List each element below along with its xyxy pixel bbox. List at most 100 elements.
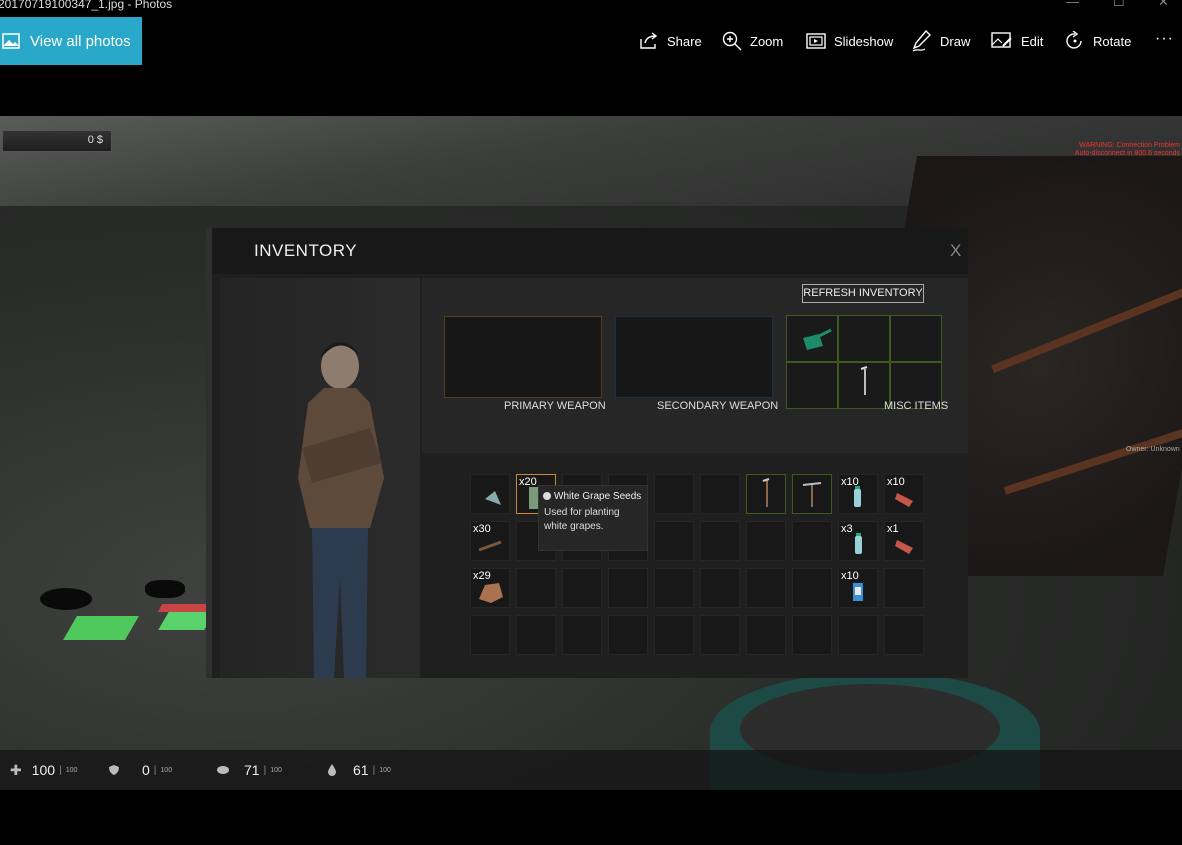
inventory-slot[interactable] [608, 615, 648, 655]
game-screenshot: 0 $ WARNING: Connection Problem Auto-dis… [0, 116, 1182, 790]
warning-line: Auto-disconnect in 800.6 seconds [1074, 150, 1180, 157]
stat-separator: | [263, 764, 267, 776]
inventory-slot[interactable]: x10 [884, 474, 924, 514]
item-count: x30 [473, 523, 491, 535]
inventory-slot[interactable] [700, 521, 740, 561]
hunger-value: 71 [244, 762, 260, 778]
thirst-value: 61 [353, 762, 369, 778]
inventory-slot[interactable] [654, 615, 694, 655]
rotate-label: Rotate [1093, 33, 1132, 49]
inventory-slot[interactable] [746, 474, 786, 514]
tooltip-title: White Grape Seeds [554, 491, 642, 502]
inventory-close-button[interactable]: X [950, 241, 961, 261]
hunger-max: 100 [270, 766, 282, 774]
photos-toolbar: View all photos Share Zoom Slideshow Dra… [0, 17, 1182, 65]
inventory-slot[interactable] [654, 521, 694, 561]
item-count: x10 [841, 476, 859, 488]
food-icon [217, 766, 229, 774]
inventory-slot[interactable] [562, 615, 602, 655]
item-count: x1 [887, 523, 899, 535]
inventory-slot[interactable] [792, 568, 832, 608]
thirst-max: 100 [379, 766, 391, 774]
more-options-icon[interactable]: ··· [1155, 30, 1174, 48]
inventory-slot[interactable] [792, 474, 832, 514]
inventory-slot[interactable] [746, 568, 786, 608]
misc-slot[interactable] [786, 315, 838, 362]
inventory-slot[interactable] [516, 615, 556, 655]
pen-icon [912, 30, 931, 52]
inventory-slot[interactable] [746, 615, 786, 655]
info-icon [543, 492, 551, 500]
health-value: 100 [31, 762, 56, 778]
inventory-slot[interactable] [700, 568, 740, 608]
inventory-slot[interactable]: x29 [470, 568, 510, 608]
view-all-photos-button[interactable]: View all photos [0, 17, 142, 65]
misc-slot[interactable] [890, 315, 942, 362]
secondary-weapon-label: SECONDARY WEAPON [657, 400, 779, 412]
rotate-icon [1066, 31, 1082, 49]
inventory-slot[interactable]: x3 [838, 521, 878, 561]
player-model-preview [220, 278, 420, 678]
dropped-item [40, 588, 92, 610]
inventory-slot[interactable]: x10 [838, 568, 878, 608]
inventory-header: INVENTORY X [212, 228, 968, 274]
inventory-slot[interactable] [700, 474, 740, 514]
status-hud: ✚ 100 | 100 0 | 100 71 | 100 61 | 100 [0, 750, 1182, 790]
armor-max: 100 [160, 766, 173, 774]
inventory-slot[interactable] [884, 615, 924, 655]
connection-warning: WARNING: Connection Problem Auto-disconn… [1075, 142, 1180, 158]
item-tooltip: White Grape Seeds Used for planting whit… [538, 485, 648, 551]
primary-weapon-label: PRIMARY WEAPON [504, 400, 606, 412]
draw-button[interactable]: Draw [912, 17, 970, 65]
window-title: 20170719100347_1.jpg - Photos [0, 0, 173, 11]
inventory-slot[interactable] [470, 615, 510, 655]
rotate-button[interactable]: Rotate [1065, 17, 1131, 65]
inventory-slot[interactable] [562, 568, 602, 608]
pickaxe-icon [802, 482, 822, 507]
stat-separator: | [372, 764, 376, 776]
inventory-slot[interactable] [654, 474, 694, 514]
inventory-slot[interactable] [608, 568, 648, 608]
edit-button[interactable]: Edit [991, 17, 1043, 65]
inventory-slot[interactable] [792, 521, 832, 561]
inventory-slot[interactable] [470, 474, 510, 514]
hunger-stat: 71 | 100 [216, 750, 282, 790]
close-icon[interactable]: ✕ [1158, 0, 1169, 10]
shovel-icon [860, 366, 868, 395]
misc-slot[interactable] [838, 362, 890, 409]
health-icon: ✚ [10, 761, 22, 778]
red-floor-tile [157, 604, 213, 612]
inventory-slot[interactable] [654, 568, 694, 608]
shield-icon [109, 765, 119, 775]
slideshow-label: Slideshow [834, 33, 894, 49]
item-count: x10 [887, 476, 905, 488]
inventory-slot[interactable]: x10 [838, 474, 878, 514]
warning-line: WARNING: Connection Problem [1079, 142, 1180, 149]
seed-bag-icon [485, 491, 501, 505]
share-icon [640, 32, 658, 49]
refresh-inventory-button[interactable]: REFRESH INVENTORY [802, 284, 924, 303]
inventory-slot[interactable] [884, 568, 924, 608]
thirst-stat: 61 | 100 [327, 750, 391, 790]
green-floor-tile [63, 616, 139, 640]
misc-slot[interactable] [838, 315, 890, 362]
item-count: x29 [473, 570, 491, 582]
minimize-icon[interactable]: — [1066, 0, 1079, 9]
share-button[interactable]: Share [639, 17, 702, 65]
secondary-weapon-slot[interactable] [615, 316, 773, 398]
misc-slot[interactable] [786, 362, 838, 409]
inventory-slot[interactable]: x30 [470, 521, 510, 561]
maximize-icon[interactable]: ☐ [1113, 0, 1125, 10]
inventory-slot[interactable] [792, 615, 832, 655]
inventory-slot[interactable] [838, 615, 878, 655]
inventory-slot[interactable] [700, 615, 740, 655]
primary-weapon-slot[interactable] [444, 316, 602, 398]
inventory-slot[interactable] [746, 521, 786, 561]
inventory-slot[interactable]: x1 [884, 521, 924, 561]
health-stat: ✚ 100 | 100 [10, 750, 77, 790]
zoom-icon [722, 31, 742, 51]
slideshow-button[interactable]: Slideshow [806, 17, 893, 65]
zoom-button[interactable]: Zoom [722, 17, 783, 65]
slideshow-icon [806, 33, 826, 49]
inventory-slot[interactable] [516, 568, 556, 608]
